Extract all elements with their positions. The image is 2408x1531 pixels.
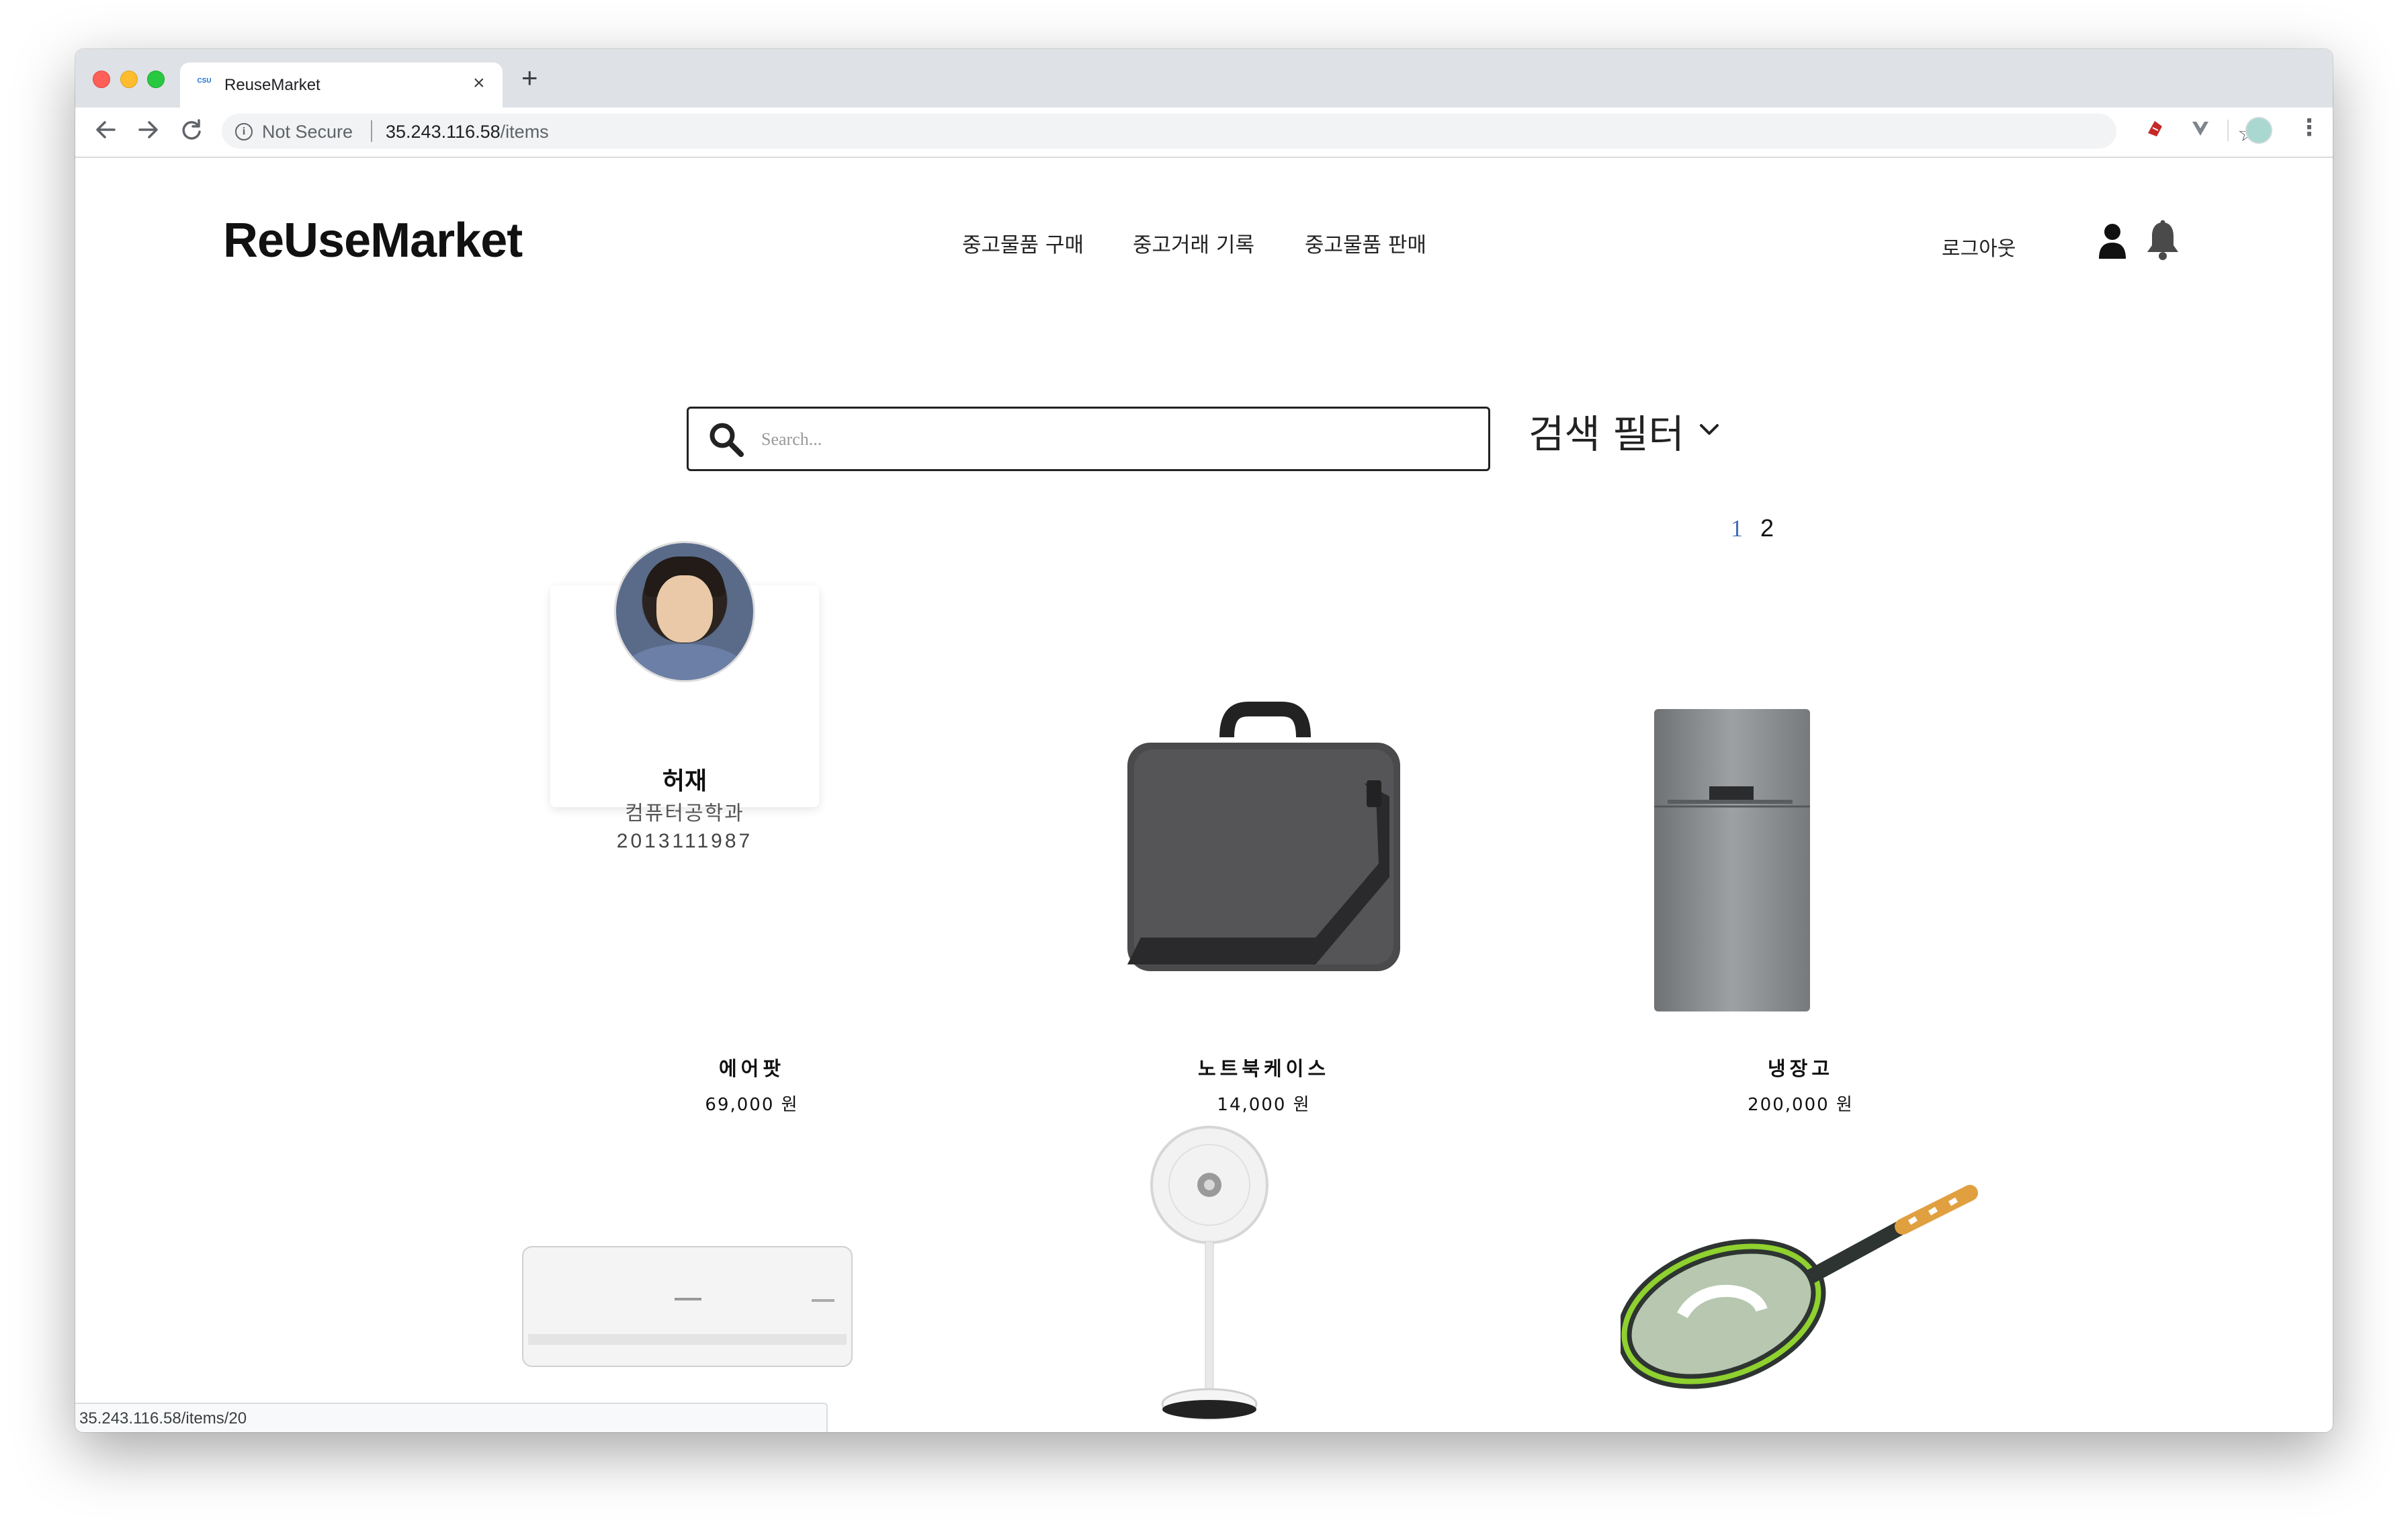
reload-icon[interactable] (180, 114, 203, 153)
url-separator (371, 120, 372, 142)
close-tab-icon[interactable]: × (473, 72, 485, 95)
maximize-window-button[interactable] (147, 71, 165, 88)
item-price: 200,000 원 (1748, 1095, 1854, 1115)
search-input[interactable] (760, 421, 1475, 458)
address-bar[interactable]: i Not Secure 35.243.116.58/items ☆ (222, 114, 2258, 149)
browser-window: CSU ReuseMarket × + i Not Secure 35.243.… (75, 49, 2333, 1432)
item-price: 14,000 원 (1217, 1095, 1311, 1115)
url-path: /items (500, 122, 549, 142)
status-bar: 35.243.116.58/items/20 (75, 1403, 828, 1432)
site-logo[interactable]: ReUseMarket (223, 213, 523, 268)
menu-kebab-icon[interactable]: ⋮ (2298, 114, 2321, 141)
tab-title: ReuseMarket (224, 76, 320, 94)
page-link-1[interactable]: 1 (1731, 514, 1743, 542)
favicon-icon: CSU (197, 77, 212, 85)
seller-department: 컴퓨터공학과 (625, 802, 744, 825)
chevron-down-icon[interactable] (1697, 417, 1721, 442)
extension-red-icon[interactable] (2145, 118, 2165, 138)
browser-toolbar: i Not Secure 35.243.116.58/items ☆ ⋮ (75, 108, 2333, 158)
status-url: 35.243.116.58/items/20 (79, 1409, 247, 1427)
logout-link[interactable]: 로그아웃 (1942, 232, 2016, 261)
user-icon[interactable] (2098, 222, 2127, 260)
item-name[interactable]: 냉장고 (1599, 1053, 2002, 1081)
close-window-button[interactable] (93, 71, 110, 88)
item-price: 69,000 원 (705, 1095, 799, 1115)
toolbar-separator (2227, 120, 2229, 141)
web-page: ReUseMarket 중고물품 구매 중고거래 기록 중고물품 판매 로그아웃… (75, 158, 2333, 1432)
nav-history[interactable]: 중고거래 기록 (1133, 228, 1254, 258)
new-tab-button[interactable]: + (521, 64, 538, 92)
page-link-2[interactable]: 2 (1760, 514, 1774, 542)
search-filter-toggle[interactable]: 검색 필터 (1529, 403, 1684, 459)
laptop-case-image[interactable] (1114, 696, 1414, 995)
security-label: Not Secure (262, 122, 353, 142)
minimize-window-button[interactable] (120, 71, 138, 88)
back-icon[interactable] (94, 114, 117, 153)
nav-sell[interactable]: 중고물품 판매 (1305, 228, 1426, 258)
profile-text-group: 허재 컴퓨터공학과 2013111987 (550, 158, 819, 897)
forward-icon[interactable] (137, 114, 160, 153)
url-host: 35.243.116.58 (386, 122, 501, 142)
extension-vue-icon[interactable] (2190, 118, 2210, 138)
url-text[interactable]: 35.243.116.58/items (386, 122, 549, 142)
browser-tab[interactable]: CSU ReuseMarket × (180, 63, 503, 108)
refrigerator-image[interactable] (1647, 702, 1819, 1018)
electric-fan-image[interactable] (1142, 1123, 1277, 1432)
seller-name: 허재 (662, 768, 707, 795)
seller-student-id: 2013111987 (616, 830, 753, 852)
air-conditioner-image[interactable] (516, 1233, 859, 1368)
info-icon[interactable]: i (235, 123, 253, 140)
nav-buy[interactable]: 중고물품 구매 (962, 228, 1084, 258)
item-name[interactable]: 노트북케이스 (1062, 1053, 1465, 1081)
profile-avatar-icon[interactable] (2245, 117, 2272, 144)
bell-icon[interactable] (2145, 220, 2181, 261)
tab-strip: CSU ReuseMarket × + (75, 49, 2333, 108)
item-name[interactable]: 에어팟 (550, 1053, 953, 1081)
tennis-racket-image[interactable] (1621, 1166, 1997, 1408)
